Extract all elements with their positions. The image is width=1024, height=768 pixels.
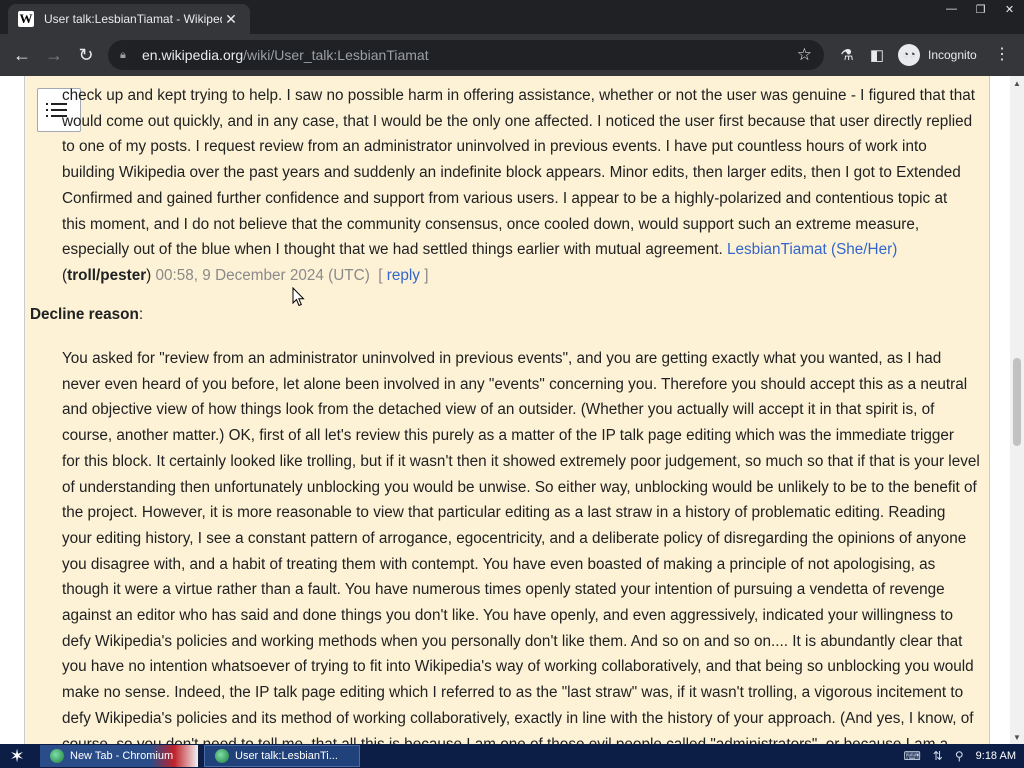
taskbar-item-label: User talk:LesbianTi... <box>235 750 338 762</box>
wikipedia-favicon-icon: W <box>18 11 34 27</box>
keyboard-icon[interactable]: ⌨ <box>903 749 920 763</box>
text-line: you have no intention whatsoever of tryi… <box>62 658 974 676</box>
text-line: for this block. It certainly looked like… <box>62 452 980 470</box>
text-line: course, so you don't need to tell me, th… <box>62 732 982 744</box>
text-line: defy Wikipedia's policies and its method… <box>62 709 974 727</box>
text-line: make no sense. Indeed, the IP talk page … <box>62 684 964 702</box>
system-tray: ⌨ ⇅ ⚲ 9:18 AM <box>891 744 1024 768</box>
reply-bracket-open: [ <box>378 266 383 284</box>
taskbar-clock[interactable]: 9:18 AM <box>976 750 1016 762</box>
text-line: though it were a virtue rather than a fa… <box>62 581 945 599</box>
text-line: the project. However, it is more reasona… <box>62 504 946 522</box>
page-scrollbar[interactable]: ▲ ▼ <box>1010 76 1024 744</box>
text-line: check up and kept trying to help. I saw … <box>62 87 975 104</box>
address-bar[interactable]: 🔒︎ en.wikipedia.org/wiki/User_talk:Lesbi… <box>108 40 824 70</box>
text-line: building Wikipedia over the past years a… <box>62 164 961 182</box>
search-icon[interactable]: ⚲ <box>955 749 964 763</box>
text-line: You asked for "review from an administra… <box>62 350 942 367</box>
chromium-icon <box>50 749 64 763</box>
reply-bracket-close: ] <box>424 266 429 284</box>
back-arrow-icon[interactable]: ← <box>10 43 34 67</box>
reply-link[interactable]: reply <box>387 267 420 284</box>
text-line: to one of my posts. I request review fro… <box>62 138 927 156</box>
decline-reason-heading: Decline reason: <box>30 306 144 323</box>
decline-reason-text: You asked for "review from an administra… <box>62 346 982 744</box>
browser-toolbar: ← → ↻ 🔒︎ en.wikipedia.org/wiki/User_talk… <box>0 34 1024 76</box>
text-line: you disagree with, and a habit of treati… <box>62 555 936 573</box>
signature-line: (troll/pester) 00:58, 9 December 2024 (U… <box>62 266 429 284</box>
restore-icon[interactable]: ❐ <box>966 0 995 18</box>
side-panel-icon[interactable]: ◧ <box>866 44 888 66</box>
text-line: would come out quickly, and in any case,… <box>62 112 973 130</box>
reload-icon[interactable]: ↻ <box>74 43 98 67</box>
mouse-cursor-icon <box>292 287 305 307</box>
text-line: against an editor who has said and done … <box>62 607 954 625</box>
text-line: and objective view of how things look fr… <box>62 401 935 419</box>
forward-arrow-icon[interactable]: → <box>42 43 66 67</box>
text-line: course, another matter.) OK, first of al… <box>62 427 954 445</box>
text-line: never even heard of you before, let alon… <box>62 375 968 393</box>
scrollbar-thumb[interactable] <box>1013 358 1021 446</box>
scroll-up-icon[interactable]: ▲ <box>1010 76 1024 90</box>
text-line: defy Wikipedia's policies and working me… <box>62 632 963 650</box>
taskbar-item-new-tab[interactable]: New Tab - Chromium <box>40 745 198 767</box>
incognito-label: Incognito <box>928 48 977 62</box>
os-taskbar: ✶ New Tab - Chromium User talk:LesbianTi… <box>0 744 1024 768</box>
chromium-icon <box>215 749 229 763</box>
taskbar-item-label: New Tab - Chromium <box>70 750 174 762</box>
signature-timestamp[interactable]: 00:58, 9 December 2024 (UTC) <box>156 267 370 284</box>
window-close-icon[interactable]: ✕ <box>995 0 1024 18</box>
unblock-request-text: check up and kept trying to help. I saw … <box>62 83 982 289</box>
browser-tab-active[interactable]: W User talk:LesbianTiamat - Wikipedia ✕ <box>8 4 250 34</box>
url-host: en.wikipedia.org <box>142 47 244 63</box>
text-line: Confirmed and gained further confidence … <box>62 189 948 207</box>
url-path: /wiki/User_talk:LesbianTiamat <box>243 47 429 63</box>
tab-strip: W User talk:LesbianTiamat - Wikipedia ✕ … <box>0 0 1024 34</box>
text-line: of understanding then unfortunately unbl… <box>62 478 977 496</box>
bookmark-star-icon[interactable]: ☆ <box>797 45 812 65</box>
text-line-with-signature: especially out of the blue when I though… <box>62 237 982 263</box>
scroll-down-icon[interactable]: ▼ <box>1010 730 1024 744</box>
decline-reason-label: Decline reason <box>30 306 139 323</box>
lock-icon[interactable]: 🔒︎ <box>120 49 136 62</box>
taskbar-item-user-talk[interactable]: User talk:LesbianTi... <box>204 745 360 767</box>
network-icon[interactable]: ⇅ <box>933 749 943 763</box>
start-button-icon[interactable]: ✶ <box>0 744 34 768</box>
flask-icon[interactable]: ⚗ <box>836 44 858 66</box>
incognito-icon: ◔◔ <box>898 44 920 66</box>
url-text[interactable]: en.wikipedia.org/wiki/User_talk:LesbianT… <box>142 47 797 63</box>
minimize-icon[interactable]: — <box>937 0 966 18</box>
tab-close-icon[interactable]: ✕ <box>222 11 240 28</box>
window-controls: — ❐ ✕ <box>937 0 1024 18</box>
incognito-indicator[interactable]: ◔◔ Incognito <box>898 43 977 67</box>
tab-title: User talk:LesbianTiamat - Wikipedia <box>44 12 222 26</box>
signature-user-link[interactable]: LesbianTiamat (She/Her) <box>727 241 897 258</box>
kebab-menu-icon[interactable]: ⋮ <box>994 44 1010 64</box>
text-line: your editing history, I see a constant p… <box>62 529 967 547</box>
signature-talk-link[interactable]: troll/pester <box>67 267 146 284</box>
page-viewport: check up and kept trying to help. I saw … <box>0 76 1024 744</box>
text-line: this moment, and I do not believe that t… <box>62 215 920 233</box>
text-line: especially out of the blue when I though… <box>62 241 723 259</box>
